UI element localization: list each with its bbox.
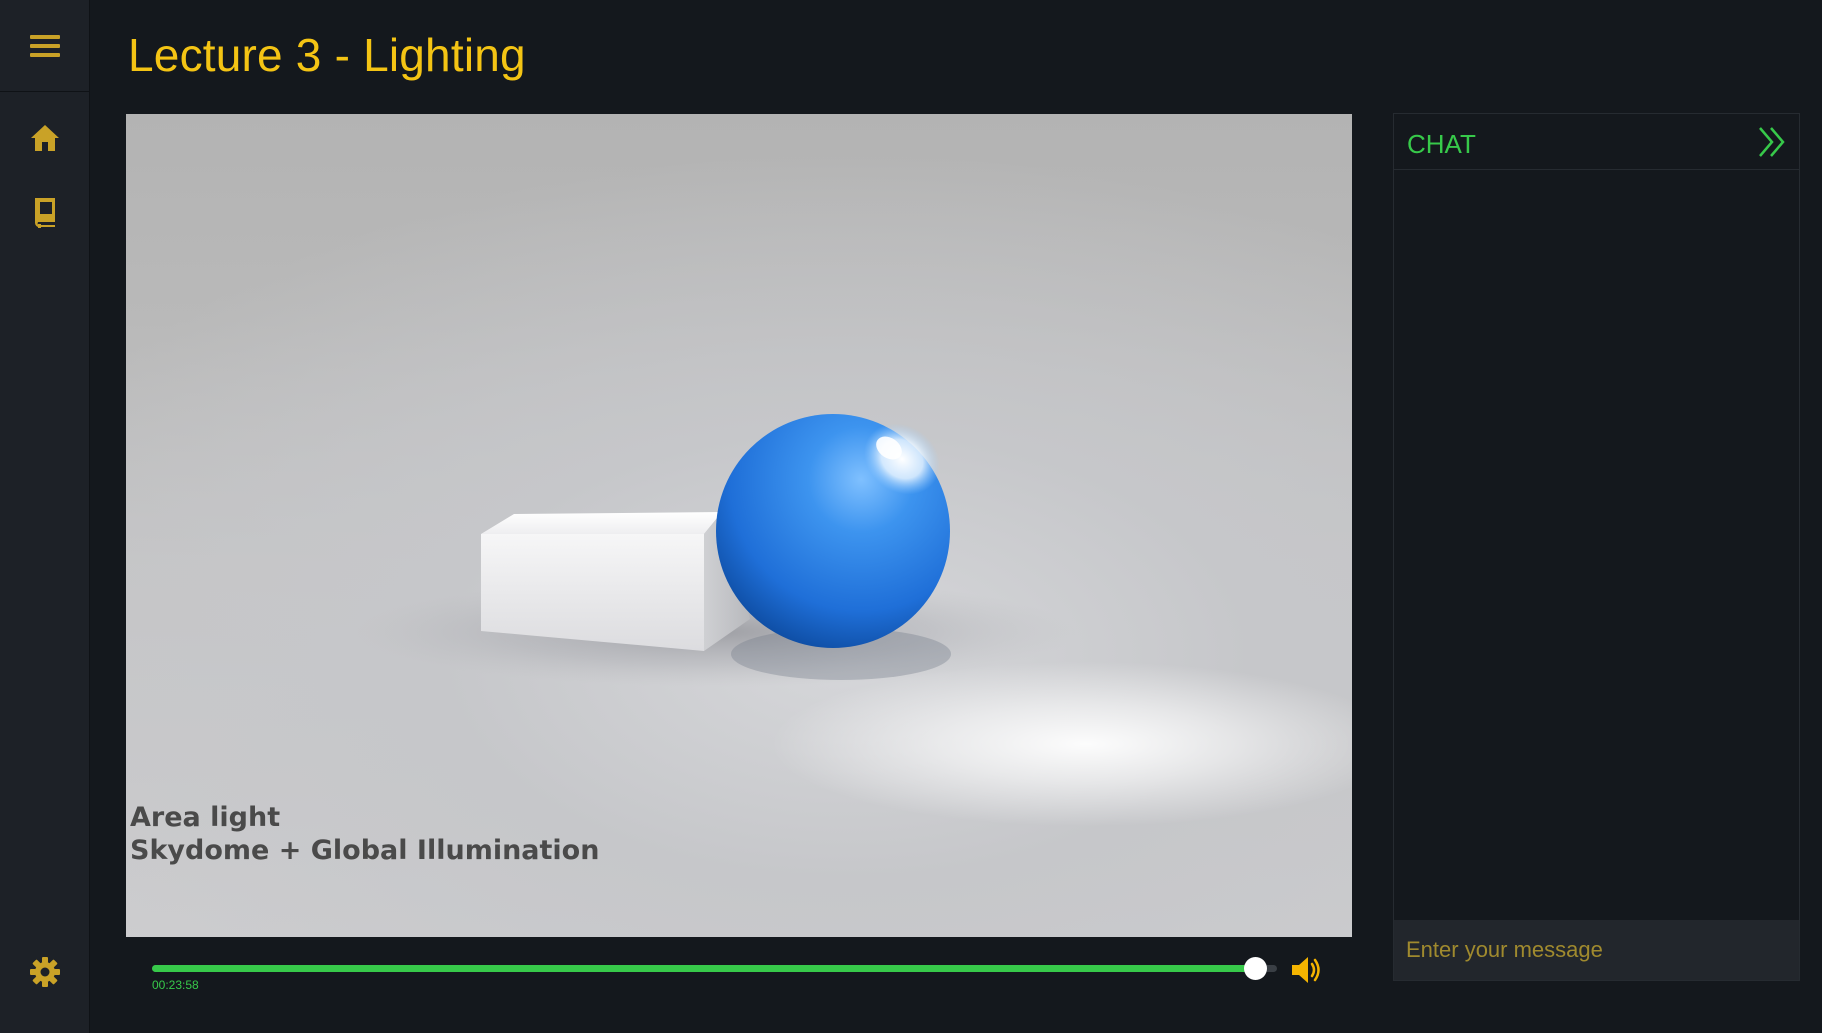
current-time: 00:23:58 [152, 978, 199, 992]
sidebar [0, 0, 90, 1033]
chat-collapse-button[interactable] [1755, 124, 1791, 160]
app-root: Lecture 3 - Lighting Area light Skydome … [0, 0, 1822, 1033]
chat-messages [1394, 170, 1799, 920]
chat-title: CHAT [1407, 129, 1476, 159]
progress-fill [152, 965, 1255, 972]
volume-button[interactable] [1290, 955, 1326, 983]
caption-line-1: Area light [130, 802, 281, 833]
home-icon [31, 125, 59, 151]
chat-message-input[interactable] [1394, 920, 1799, 980]
page-title: Lecture 3 - Lighting [128, 29, 526, 81]
gear-icon [30, 957, 60, 987]
volume-icon [1292, 957, 1320, 983]
menu-button[interactable] [0, 0, 90, 92]
sidebar-item-home[interactable] [0, 108, 90, 168]
progress-thumb[interactable] [1244, 957, 1267, 980]
video-controls: 00:23:58 [152, 955, 1332, 995]
chat-header: CHAT [1394, 114, 1799, 170]
hamburger-menu-icon [30, 34, 60, 57]
settings-button[interactable] [0, 942, 90, 1002]
video-caption: Area light Skydome + Global Illumination [130, 801, 599, 867]
double-chevron-right-icon [1759, 127, 1785, 157]
video-player[interactable]: Area light Skydome + Global Illumination [126, 114, 1352, 937]
chat-panel: CHAT [1393, 113, 1800, 981]
book-icon [35, 198, 55, 228]
progress-bar[interactable] [152, 965, 1277, 972]
caption-line-2: Skydome + Global Illumination [130, 835, 600, 866]
sidebar-item-book[interactable] [0, 182, 90, 242]
